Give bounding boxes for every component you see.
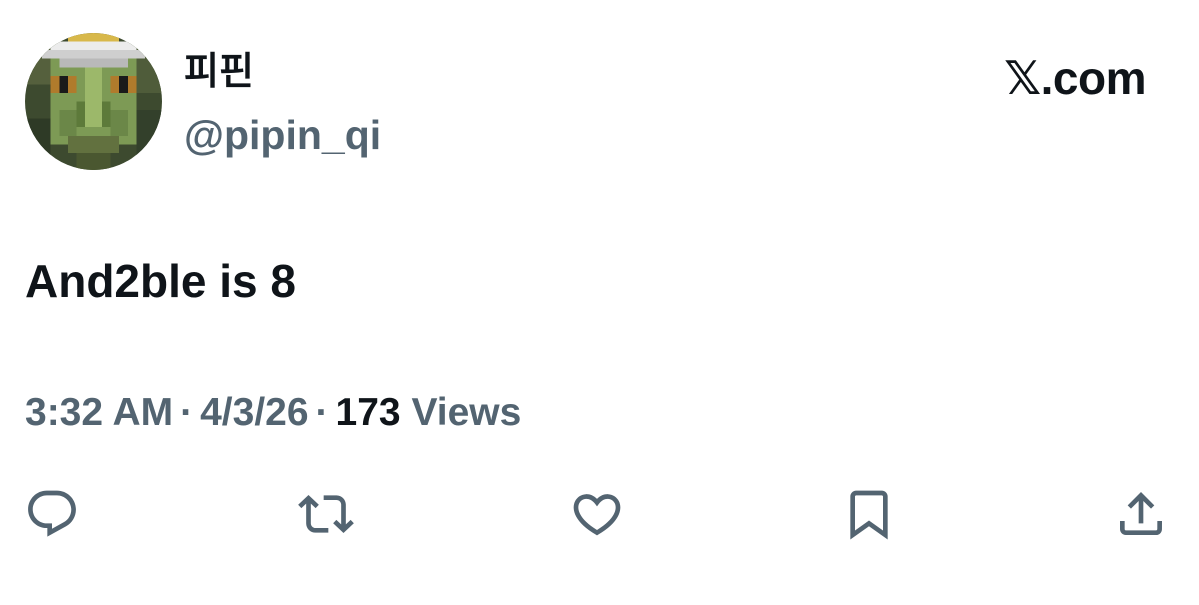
tweet-time[interactable]: 3:32 AM bbox=[25, 391, 173, 434]
x-logo: 𝕏.com bbox=[1004, 52, 1146, 104]
meta-separator: · bbox=[180, 391, 194, 434]
reply-button[interactable] bbox=[22, 487, 82, 541]
bookmark-button[interactable] bbox=[839, 487, 899, 541]
like-button[interactable] bbox=[567, 487, 627, 541]
tweet-date[interactable]: 4/3/26 bbox=[200, 391, 308, 434]
views-label: Views bbox=[411, 391, 522, 434]
author-display-name[interactable]: 피핀 bbox=[184, 48, 254, 94]
share-button[interactable] bbox=[1111, 487, 1171, 541]
bookmark-icon bbox=[850, 490, 888, 540]
avatar[interactable] bbox=[25, 33, 162, 170]
views-count: 173 bbox=[335, 391, 401, 434]
reply-icon bbox=[28, 490, 76, 537]
tweet-meta: 3:32 AM · 4/3/26 · 173 Views bbox=[25, 386, 521, 440]
share-icon bbox=[1120, 492, 1162, 535]
meta-separator: · bbox=[315, 391, 329, 434]
tweet-text: And2ble is 8 bbox=[25, 255, 296, 307]
author-handle[interactable]: @pipin_qi bbox=[184, 110, 381, 160]
avatar-image bbox=[25, 33, 162, 170]
action-bar bbox=[0, 487, 1199, 541]
repost-icon bbox=[298, 495, 354, 533]
like-icon bbox=[573, 494, 621, 536]
repost-button[interactable] bbox=[296, 487, 356, 541]
